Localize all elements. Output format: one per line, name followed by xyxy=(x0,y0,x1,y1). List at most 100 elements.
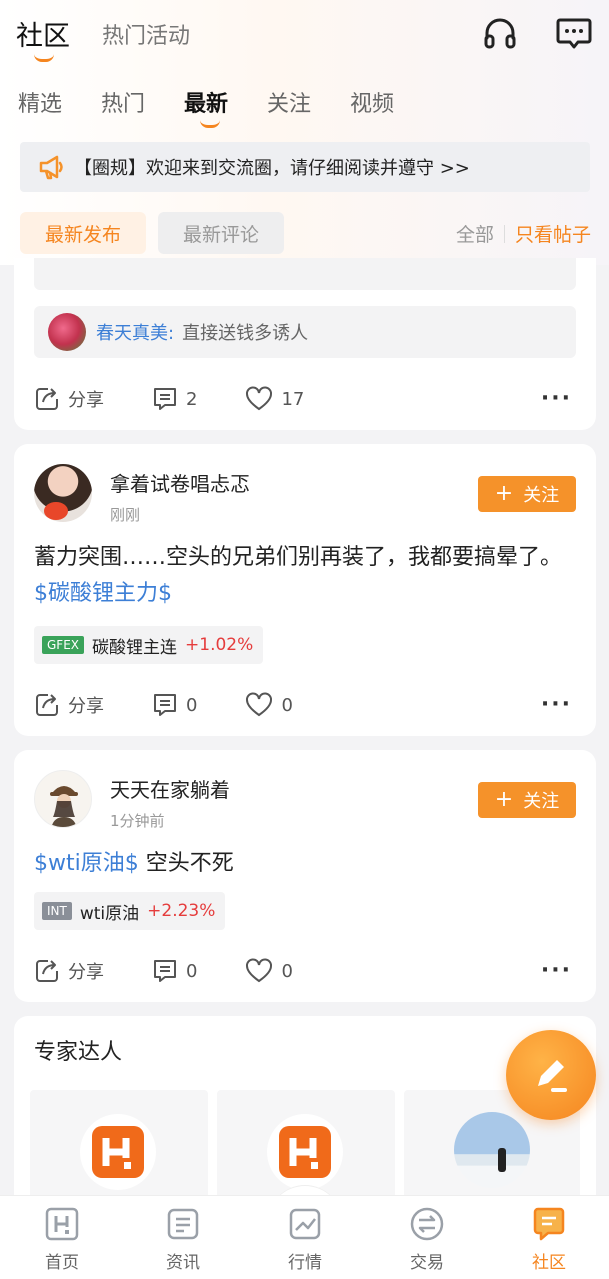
post-content[interactable]: $wti原油$ 空头不死 xyxy=(34,846,576,882)
instrument-tag[interactable]: $wti原油$ xyxy=(34,851,139,876)
plus-icon: + xyxy=(494,481,514,506)
avatar-figure xyxy=(498,1148,506,1172)
nav-market[interactable]: 行情 xyxy=(265,1206,345,1273)
hot-activities-tab[interactable]: 热门活动 xyxy=(102,18,190,50)
headset-icon[interactable] xyxy=(481,14,519,52)
share-icon xyxy=(36,694,58,716)
tab-label: 精选 xyxy=(18,92,63,117)
comment-button[interactable]: 0 xyxy=(152,692,197,718)
follow-button[interactable]: + 关注 xyxy=(478,476,576,512)
comment-text: 直接送钱多诱人 xyxy=(182,323,309,344)
like-count: 0 xyxy=(281,960,293,982)
comment-icon xyxy=(154,694,176,716)
follow-label: 关注 xyxy=(523,485,560,506)
community-page: 社区 热门活动 精选 热门 最新 关注 视频 【圈规】欢迎来到交流圈，请仔细阅读… xyxy=(0,0,609,1279)
price-change: +1.02% xyxy=(185,635,254,655)
more-options-icon[interactable]: ··· xyxy=(541,386,572,411)
post-actions: 分享 0 0 ··· xyxy=(34,956,572,986)
expert-card[interactable] xyxy=(30,1090,208,1200)
megaphone-icon xyxy=(39,155,63,180)
instrument-chip[interactable]: GFEX 碳酸锂主连 +1.02% xyxy=(34,626,264,664)
post-actions: 分享 2 17 ··· xyxy=(34,384,572,414)
post-card[interactable]: 拿着试卷唱忐忑 刚刚 + 关注 蓄力突围……空头的兄弟们别再装了，我都要搞晕了。… xyxy=(14,444,596,736)
like-button[interactable]: 0 xyxy=(245,692,293,718)
latest-post-filter[interactable]: 最新发布 xyxy=(20,212,146,254)
like-button[interactable]: 0 xyxy=(245,958,293,984)
avatar-detail xyxy=(44,502,68,520)
tab-hot[interactable]: 热门 xyxy=(101,86,184,118)
follow-button[interactable]: + 关注 xyxy=(478,782,576,818)
comment-icon xyxy=(154,388,176,410)
like-count: 0 xyxy=(281,694,293,716)
news-icon xyxy=(167,1208,199,1240)
like-button[interactable]: 17 xyxy=(245,386,304,412)
expert-card[interactable] xyxy=(217,1090,395,1200)
brand-logo-icon xyxy=(92,1126,144,1178)
exchange-badge: INT xyxy=(42,902,72,920)
username[interactable]: 天天在家躺着 xyxy=(110,774,230,803)
nav-label: 资讯 xyxy=(166,1253,200,1273)
tab-label: 视频 xyxy=(350,92,395,117)
nav-community[interactable]: 社区 xyxy=(509,1206,589,1273)
share-button[interactable]: 分享 xyxy=(34,958,104,984)
community-icon xyxy=(533,1207,565,1241)
price-change: +2.23% xyxy=(147,901,216,921)
plus-icon: + xyxy=(494,787,514,812)
nav-news[interactable]: 资讯 xyxy=(143,1206,223,1273)
post-card[interactable]: 春天真美: 直接送钱多诱人 分享 2 17 ··· xyxy=(14,258,596,430)
share-label: 分享 xyxy=(68,962,104,983)
posts-only-filter[interactable]: 只看帖子 xyxy=(515,220,591,247)
tab-following[interactable]: 关注 xyxy=(267,86,350,118)
tab-video[interactable]: 视频 xyxy=(350,86,433,118)
all-filter[interactable]: 全部 xyxy=(456,220,494,247)
avatar xyxy=(48,313,86,351)
compose-button[interactable] xyxy=(506,1030,596,1120)
avatar[interactable] xyxy=(34,770,92,828)
quoted-content-remnant xyxy=(34,258,576,290)
comment-count: 2 xyxy=(186,388,198,410)
comment-username[interactable]: 春天真美: xyxy=(96,319,174,345)
username[interactable]: 拿着试卷唱忐忑 xyxy=(110,468,250,497)
comment-button[interactable]: 0 xyxy=(152,958,197,984)
post-actions: 分享 0 0 ··· xyxy=(34,690,572,720)
share-button[interactable]: 分享 xyxy=(34,386,104,412)
comment-button[interactable]: 2 xyxy=(152,386,197,412)
heart-icon xyxy=(246,958,273,983)
latest-comment-filter[interactable]: 最新评论 xyxy=(158,212,284,254)
tab-featured[interactable]: 精选 xyxy=(18,86,101,118)
tab-latest[interactable]: 最新 xyxy=(184,86,267,128)
avatar xyxy=(80,1114,156,1190)
more-options-icon[interactable]: ··· xyxy=(541,692,572,717)
title-row: 社区 热门活动 xyxy=(16,14,593,62)
avatar xyxy=(454,1112,530,1188)
comment-count: 0 xyxy=(186,960,198,982)
page-title[interactable]: 社区 xyxy=(16,14,70,53)
feed-tabs: 精选 热门 最新 关注 视频 xyxy=(18,86,433,128)
comment-icon xyxy=(154,960,176,982)
title-underline xyxy=(34,54,54,62)
message-icon[interactable] xyxy=(555,14,593,52)
share-icon xyxy=(36,960,58,982)
post-time: 刚刚 xyxy=(110,506,141,524)
avatar-figure xyxy=(50,786,78,827)
more-options-icon[interactable]: ··· xyxy=(541,958,572,983)
post-text: 蓄力突围……空头的兄弟们别再装了，我都要搞晕了。 xyxy=(34,545,563,570)
heart-icon xyxy=(246,386,273,411)
exchange-badge: GFEX xyxy=(42,636,85,654)
post-content[interactable]: 蓄力突围……空头的兄弟们别再装了，我都要搞晕了。 $碳酸锂主力$ xyxy=(34,540,576,612)
nav-home[interactable]: 首页 xyxy=(22,1206,102,1273)
hot-comment[interactable]: 春天真美: 直接送钱多诱人 xyxy=(34,306,576,358)
nav-trade[interactable]: 交易 xyxy=(387,1206,467,1273)
active-tab-indicator xyxy=(200,120,220,128)
share-button[interactable]: 分享 xyxy=(34,692,104,718)
tab-label: 热门 xyxy=(101,92,146,117)
trade-icon xyxy=(410,1207,444,1241)
instrument-chip[interactable]: INT wti原油 +2.23% xyxy=(34,892,226,930)
like-count: 17 xyxy=(281,388,305,410)
header-area: 社区 热门活动 精选 热门 最新 关注 视频 【圈规】欢迎来到交流圈，请仔细阅读… xyxy=(0,0,609,265)
avatar[interactable] xyxy=(34,464,92,522)
divider xyxy=(503,224,505,243)
instrument-tag[interactable]: $碳酸锂主力$ xyxy=(34,581,172,606)
rules-notice-bar[interactable]: 【圈规】欢迎来到交流圈，请仔细阅读并遵守 >> xyxy=(20,142,590,192)
post-card[interactable]: 天天在家躺着 1分钟前 + 关注 $wti原油$ 空头不死 INT wti原油 … xyxy=(14,750,596,1002)
